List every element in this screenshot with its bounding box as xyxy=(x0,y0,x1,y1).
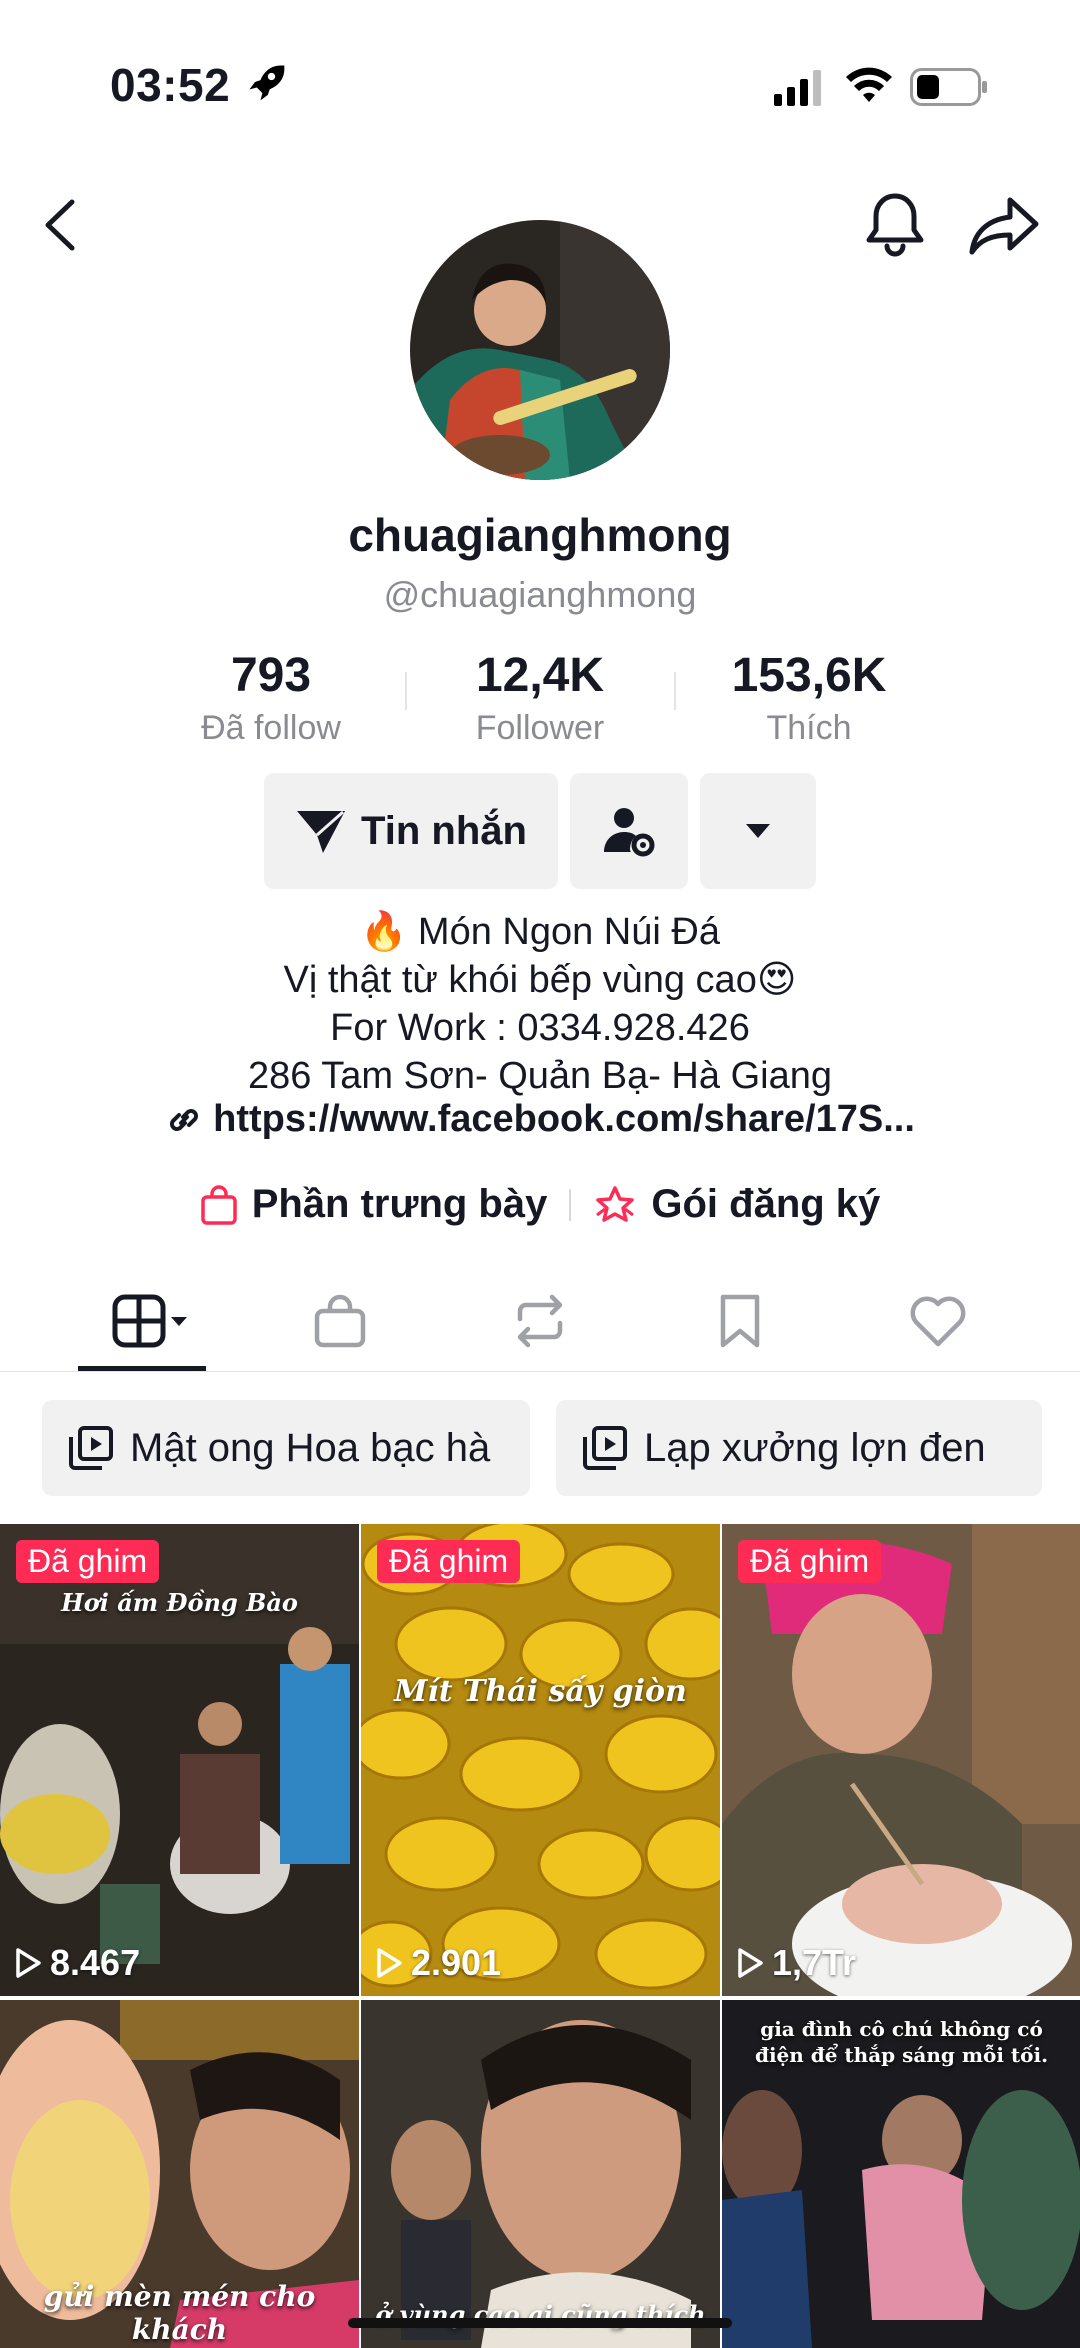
stat-following-value: 793 xyxy=(230,649,312,702)
subscription-link[interactable]: Gói đăng ký xyxy=(593,1182,880,1227)
bio-link-text: https://www.facebook.com/share/17S... xyxy=(213,1098,915,1140)
video-thumbnail[interactable]: Đã ghim Mít Thái sấy giòn 2.901 xyxy=(361,1524,720,1996)
video-caption: gửi mèn mén cho khách xyxy=(43,2280,316,2346)
tab-reposts[interactable] xyxy=(480,1290,600,1352)
stat-likes[interactable]: 153,6K Thích xyxy=(689,648,929,748)
wifi-icon xyxy=(846,67,892,102)
tab-saved[interactable] xyxy=(680,1290,800,1352)
profile-username: chuagianghmong xyxy=(348,509,732,561)
bookmark-icon xyxy=(720,1294,760,1348)
stat-following[interactable]: 793 Đã follow xyxy=(151,648,391,748)
battery-icon xyxy=(910,68,987,106)
divider xyxy=(569,1188,572,1221)
stat-followers-label: Follower xyxy=(475,709,605,747)
view-count: 2.901 xyxy=(375,1942,501,1984)
repost-icon xyxy=(517,1294,563,1348)
stat-likes-value: 153,6K xyxy=(731,649,887,702)
view-count: 1,7Tr xyxy=(736,1942,856,1984)
thumbnail-image xyxy=(722,1524,1080,1996)
person-settings-icon xyxy=(604,808,655,857)
stat-following-label: Đã follow xyxy=(201,709,341,747)
view-count: 8.467 xyxy=(14,1942,140,1984)
bio-line: 🔥 Món Ngon Núi Đá xyxy=(360,911,720,953)
video-thumbnail[interactable]: ở vùng cao ai cũng thích xyxy=(361,2000,720,2348)
playlist-label: Mật ong Hoa bạc hà xyxy=(130,1425,491,1470)
thumbnail-image xyxy=(361,1524,720,1996)
pinned-badge: Đã ghim xyxy=(377,1540,521,1583)
shopping-bag-icon xyxy=(200,1184,237,1225)
profile-avatar[interactable] xyxy=(410,220,670,480)
rocket-icon xyxy=(249,65,285,101)
video-caption: Mít Thái sấy giòn xyxy=(394,1674,687,1709)
view-count-text: 2.901 xyxy=(411,1942,502,1983)
stat-followers[interactable]: 12,4K Follower xyxy=(420,648,660,748)
message-button[interactable]: Tin nhắn xyxy=(264,773,558,889)
bio-link[interactable]: https://www.facebook.com/share/17S... xyxy=(0,1098,1080,1141)
pinned-badge: Đã ghim xyxy=(738,1540,882,1583)
bell-icon[interactable] xyxy=(862,190,928,260)
video-thumbnail[interactable]: gửi mèn mén cho khách xyxy=(0,2000,359,2348)
bio-line: For Work : 0334.928.426 xyxy=(330,1007,750,1049)
star-badge-icon xyxy=(596,1185,635,1222)
profile-tabs xyxy=(0,1270,1080,1372)
stat-likes-label: Thích xyxy=(766,709,852,747)
playlist-chip[interactable]: Mật ong Hoa bạc hà xyxy=(42,1400,530,1496)
video-thumbnail[interactable]: gia đình cô chú không có điện để thắp sá… xyxy=(722,2000,1080,2348)
showcase-label: Phần trưng bày xyxy=(251,1182,548,1226)
subscription-label: Gói đăng ký xyxy=(651,1182,881,1226)
cellular-signal-icon xyxy=(774,70,821,106)
heart-icon xyxy=(910,1296,966,1347)
showcase-link[interactable]: Phần trưng bày xyxy=(200,1182,548,1227)
grid-icon xyxy=(112,1294,187,1348)
bio-line: 286 Tam Sơn- Quản Bạ- Hà Giang xyxy=(248,1055,832,1097)
playlist-label: Lạp xưởng lợn đen xyxy=(644,1425,986,1470)
view-count-text: 8.467 xyxy=(50,1942,141,1983)
tab-videos[interactable] xyxy=(82,1290,202,1352)
link-icon xyxy=(170,1108,199,1131)
add-friend-button[interactable] xyxy=(570,773,688,889)
bio-line: Vị thật từ khói bếp vùng cao😍 xyxy=(283,959,797,1001)
stat-followers-value: 12,4K xyxy=(475,649,605,702)
pinned-badge: Đã ghim xyxy=(16,1540,160,1583)
video-thumbnail[interactable]: Đã ghim 1,7Tr xyxy=(722,1524,1080,1996)
status-bar: 03:52 xyxy=(0,0,1080,150)
profile-handle: @chuagianghmong xyxy=(383,574,697,615)
home-indicator[interactable] xyxy=(348,2318,732,2328)
playlist-icon xyxy=(583,1426,627,1470)
video-caption: Hơi ấm Đồng Bào xyxy=(61,1588,298,1617)
shopping-bag-icon xyxy=(314,1294,366,1348)
play-icon xyxy=(738,1948,763,1978)
active-tab-indicator xyxy=(78,1366,206,1371)
status-time: 03:52 xyxy=(110,59,231,111)
tab-shop[interactable] xyxy=(280,1290,400,1352)
video-caption: gia đình cô chú không có điện để thắp sá… xyxy=(754,2017,1049,2067)
video-thumbnail[interactable]: Đã ghim Hơi ấm Đồng Bào 8.467 xyxy=(0,1524,359,1996)
more-dropdown-button[interactable] xyxy=(700,773,816,889)
send-icon xyxy=(297,810,346,853)
video-grid: Đã ghim Hơi ấm Đồng Bào 8.467 Đã ghim Mí… xyxy=(0,1524,1080,2348)
tab-liked[interactable] xyxy=(878,1290,998,1352)
stat-divider xyxy=(405,672,407,710)
share-icon[interactable] xyxy=(968,194,1040,258)
showcase-row: Phần trưng bày Gói đăng ký xyxy=(0,1182,1080,1227)
message-button-label: Tin nhắn xyxy=(361,808,527,853)
view-count-text: 1,7Tr xyxy=(772,1942,857,1983)
playlist-chip[interactable]: Lạp xưởng lợn đen xyxy=(556,1400,1042,1496)
caret-down-icon xyxy=(746,824,770,838)
profile-bio: 🔥 Món Ngon Núi Đá Vị thật từ khói bếp vù… xyxy=(0,908,1080,1100)
back-button[interactable] xyxy=(36,190,86,260)
playlist-icon xyxy=(69,1426,113,1470)
stat-divider xyxy=(674,672,676,710)
play-icon xyxy=(16,1948,41,1978)
play-icon xyxy=(377,1948,402,1978)
thumbnail-image xyxy=(361,2000,720,2348)
